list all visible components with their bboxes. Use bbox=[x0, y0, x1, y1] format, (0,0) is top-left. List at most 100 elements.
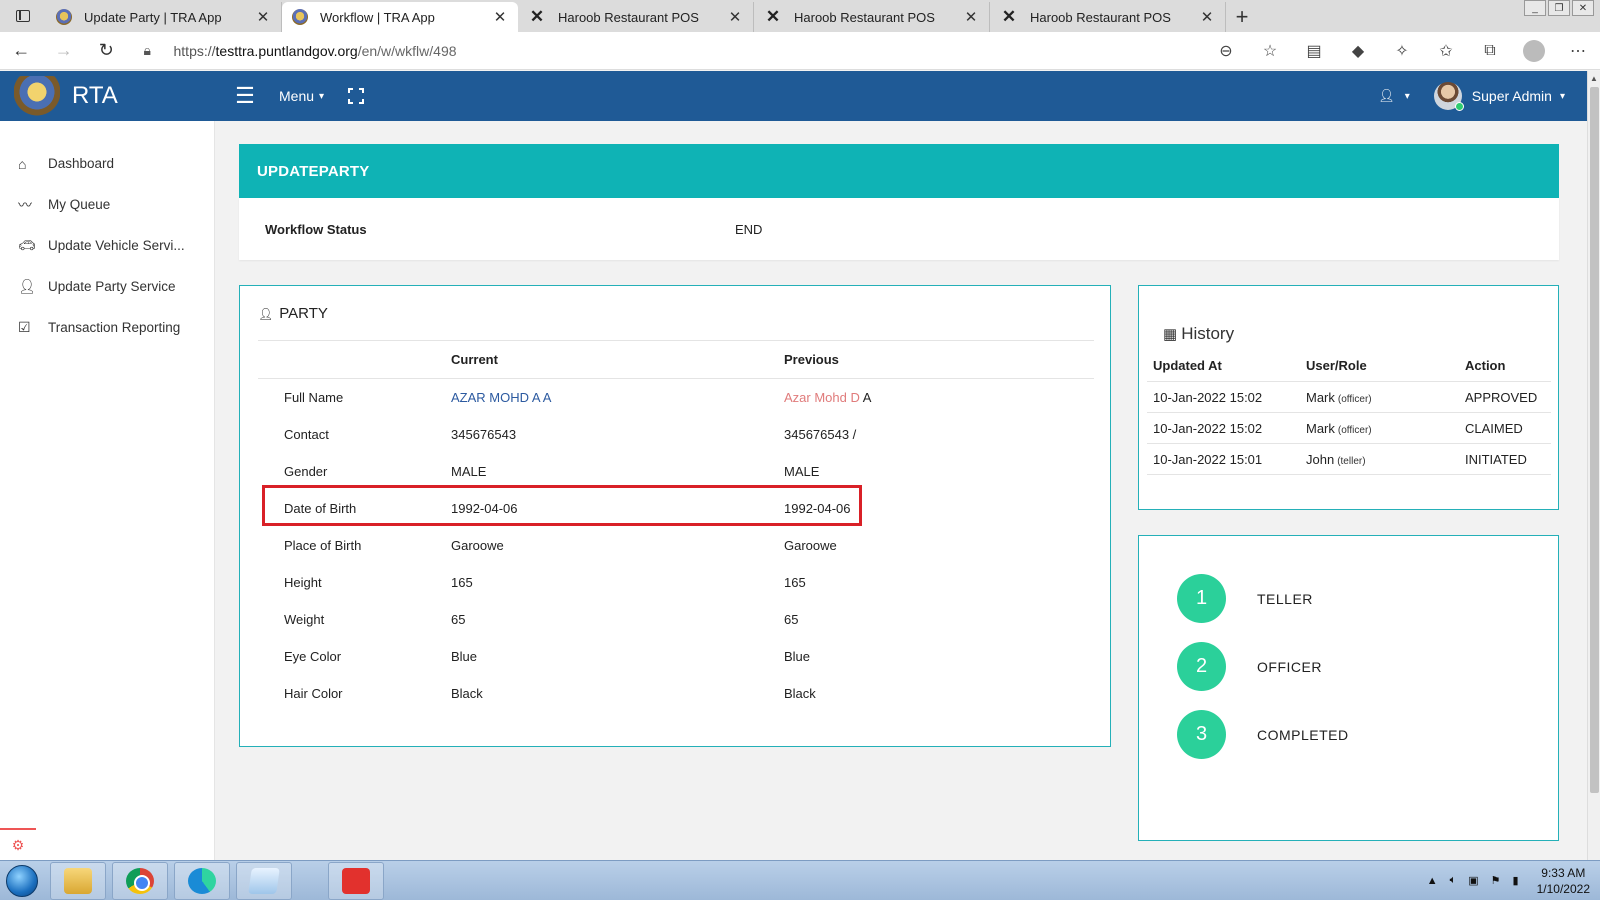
favorites-icon[interactable]: ✩ bbox=[1424, 32, 1468, 70]
workflow-title: UPDATEPARTY bbox=[257, 162, 370, 180]
column-header-current: Current bbox=[451, 352, 498, 367]
row-label: Weight bbox=[284, 612, 325, 627]
trend-icon: 〰 bbox=[18, 196, 32, 213]
home-icon: ⌂ bbox=[18, 155, 27, 172]
row-label: Eye Color bbox=[284, 649, 342, 664]
taskbar-notepad[interactable] bbox=[236, 861, 292, 900]
sidebar-item-my-queue[interactable]: 〰 My Queue bbox=[0, 184, 214, 225]
profile-dropdown[interactable]: Super Admin ▾ bbox=[1433, 82, 1565, 111]
debugbar-icon[interactable]: ⚙ bbox=[0, 828, 36, 860]
previous-value: Garoowe bbox=[784, 538, 837, 553]
extensions-icon[interactable]: ✧ bbox=[1380, 32, 1424, 70]
row-label: Height bbox=[284, 575, 322, 590]
sidebar-item-label: Dashboard bbox=[48, 156, 115, 171]
sidebar-item-update-party-service[interactable]: 👤︎ Update Party Service bbox=[0, 266, 214, 307]
tray-expand-icon[interactable]: ▲ bbox=[1427, 875, 1438, 887]
tab-title: Haroob Restaurant POS bbox=[558, 9, 699, 25]
close-icon[interactable]: ✕ bbox=[727, 8, 743, 26]
taskbar-anydesk[interactable] bbox=[328, 861, 384, 900]
table-row: Hair Color Black Black bbox=[258, 675, 1094, 712]
browser-tab-active[interactable]: Workflow | TRA App ✕ bbox=[282, 2, 518, 32]
close-icon[interactable]: ✕ bbox=[963, 8, 979, 26]
workflow-title-bar: UPDATEPARTY bbox=[239, 144, 1559, 198]
collections-icon[interactable]: ⧉ bbox=[1468, 32, 1512, 70]
close-icon[interactable]: ✕ bbox=[255, 8, 271, 26]
previous-value: Black bbox=[784, 686, 816, 701]
updated-at: 10-Jan-2022 15:01 bbox=[1153, 451, 1263, 467]
previous-value: 1992-04-06 bbox=[784, 501, 851, 516]
taskbar-edge[interactable] bbox=[174, 861, 230, 900]
taskbar-chrome[interactable] bbox=[112, 861, 168, 900]
scroll-up-icon[interactable]: ▲ bbox=[1588, 71, 1600, 85]
clock[interactable]: 9:33 AM 1/10/2022 bbox=[1537, 865, 1590, 897]
sidebar-item-dashboard[interactable]: ⌂ Dashboard bbox=[0, 143, 214, 184]
user-menu-button[interactable]: 👤︎ ▾ bbox=[1378, 88, 1410, 104]
back-button[interactable]: ← bbox=[0, 32, 43, 70]
sidebar-item-label: My Queue bbox=[48, 197, 111, 212]
tab-actions-button[interactable] bbox=[0, 0, 46, 32]
taskbar-explorer[interactable] bbox=[50, 861, 106, 900]
step-number: 1 bbox=[1177, 574, 1226, 623]
url-field[interactable]: 🔒︎ https://testtra.puntlandgov.org/en/w/… bbox=[132, 36, 1205, 66]
hamburger-icon[interactable]: ☰ bbox=[215, 83, 275, 109]
table-header: Current Previous bbox=[258, 341, 1094, 379]
workflow-step: 2 OFFICER bbox=[1177, 642, 1322, 691]
emblem-icon bbox=[56, 9, 72, 25]
column-header-action: Action bbox=[1465, 358, 1506, 373]
forward-button[interactable]: → bbox=[43, 32, 86, 70]
tab-title: Workflow | TRA App bbox=[320, 9, 435, 25]
online-status-dot bbox=[1454, 102, 1464, 111]
menu-dropdown[interactable]: Menu ▾ bbox=[279, 88, 324, 104]
new-tab-button[interactable]: + bbox=[1226, 2, 1258, 32]
user-name: Super Admin bbox=[1471, 88, 1552, 104]
profile-icon[interactable] bbox=[1512, 32, 1556, 70]
minimize-icon[interactable]: _ bbox=[1524, 0, 1546, 16]
window-controls: _ ❐ ✕ bbox=[1522, 0, 1594, 16]
previous-value: 345676543 / bbox=[784, 427, 857, 442]
reload-button[interactable]: ↻ bbox=[85, 32, 128, 70]
tab-title: Haroob Restaurant POS bbox=[1030, 9, 1171, 25]
sidebar-item-update-vehicle-service[interactable]: 🚗︎ Update Vehicle Servi... bbox=[0, 225, 214, 266]
check-square-icon: ☑ bbox=[18, 319, 31, 335]
app-header: RTA ☰ Menu ▾ 👤︎ ▾ Super Admin ▾ bbox=[0, 71, 1587, 121]
user: Mark bbox=[1306, 420, 1335, 436]
browser-tab[interactable]: ✕ Haroob Restaurant POS ✕ bbox=[990, 2, 1226, 32]
close-window-icon[interactable]: ✕ bbox=[1572, 0, 1594, 16]
page-scrollbar[interactable]: ▲ bbox=[1587, 71, 1600, 860]
signal-icon[interactable]: ▮ bbox=[1513, 874, 1519, 887]
browser-tab[interactable]: Update Party | TRA App ✕ bbox=[46, 2, 282, 32]
current-value: 1992-04-06 bbox=[451, 501, 518, 516]
emblem-logo bbox=[14, 76, 60, 116]
calendar-icon: ▦ bbox=[1163, 326, 1178, 343]
scrollbar-thumb[interactable] bbox=[1590, 87, 1599, 793]
restore-icon[interactable]: ❐ bbox=[1548, 0, 1570, 16]
close-icon[interactable]: ✕ bbox=[492, 8, 508, 26]
browser-tab[interactable]: ✕ Haroob Restaurant POS ✕ bbox=[518, 2, 754, 32]
notepad-icon bbox=[248, 867, 280, 894]
user-icon: 👤︎ bbox=[18, 278, 36, 294]
fullscreen-icon[interactable] bbox=[348, 88, 365, 104]
sidebar-item-transaction-reporting[interactable]: ☑ Transaction Reporting bbox=[0, 307, 214, 348]
tab-title: Update Party | TRA App bbox=[84, 9, 222, 25]
brand[interactable]: RTA bbox=[0, 71, 215, 121]
start-button[interactable] bbox=[0, 861, 44, 900]
network-adapter-icon[interactable]: ▣ bbox=[1468, 874, 1478, 887]
zoom-icon[interactable]: ⊖ bbox=[1204, 32, 1248, 70]
clipboard-icon[interactable]: ▤ bbox=[1292, 32, 1336, 70]
party-title: 👤︎ PARTY bbox=[258, 305, 328, 322]
close-icon[interactable]: ✕ bbox=[1199, 8, 1215, 26]
current-value: Garoowe bbox=[451, 538, 504, 553]
add-favorite-icon[interactable]: ☆ bbox=[1248, 32, 1292, 70]
volume-icon[interactable]: 🔈︎ bbox=[1450, 874, 1457, 887]
browser-tab[interactable]: ✕ Haroob Restaurant POS ✕ bbox=[754, 2, 990, 32]
table-row: Place of Birth Garoowe Garoowe bbox=[258, 527, 1094, 564]
password-icon[interactable]: ◆ bbox=[1336, 32, 1380, 70]
history-card: ▦ History Updated At User/Role Action 10… bbox=[1138, 285, 1559, 510]
more-icon[interactable]: ⋯ bbox=[1556, 32, 1600, 70]
current-value: 65 bbox=[451, 612, 466, 627]
current-value: 165 bbox=[451, 575, 473, 590]
current-value: AZAR MOHD A A bbox=[451, 390, 552, 405]
row-label: Full Name bbox=[284, 390, 344, 405]
user: John bbox=[1306, 451, 1335, 467]
action-center-icon[interactable]: ⚑ bbox=[1491, 874, 1501, 887]
